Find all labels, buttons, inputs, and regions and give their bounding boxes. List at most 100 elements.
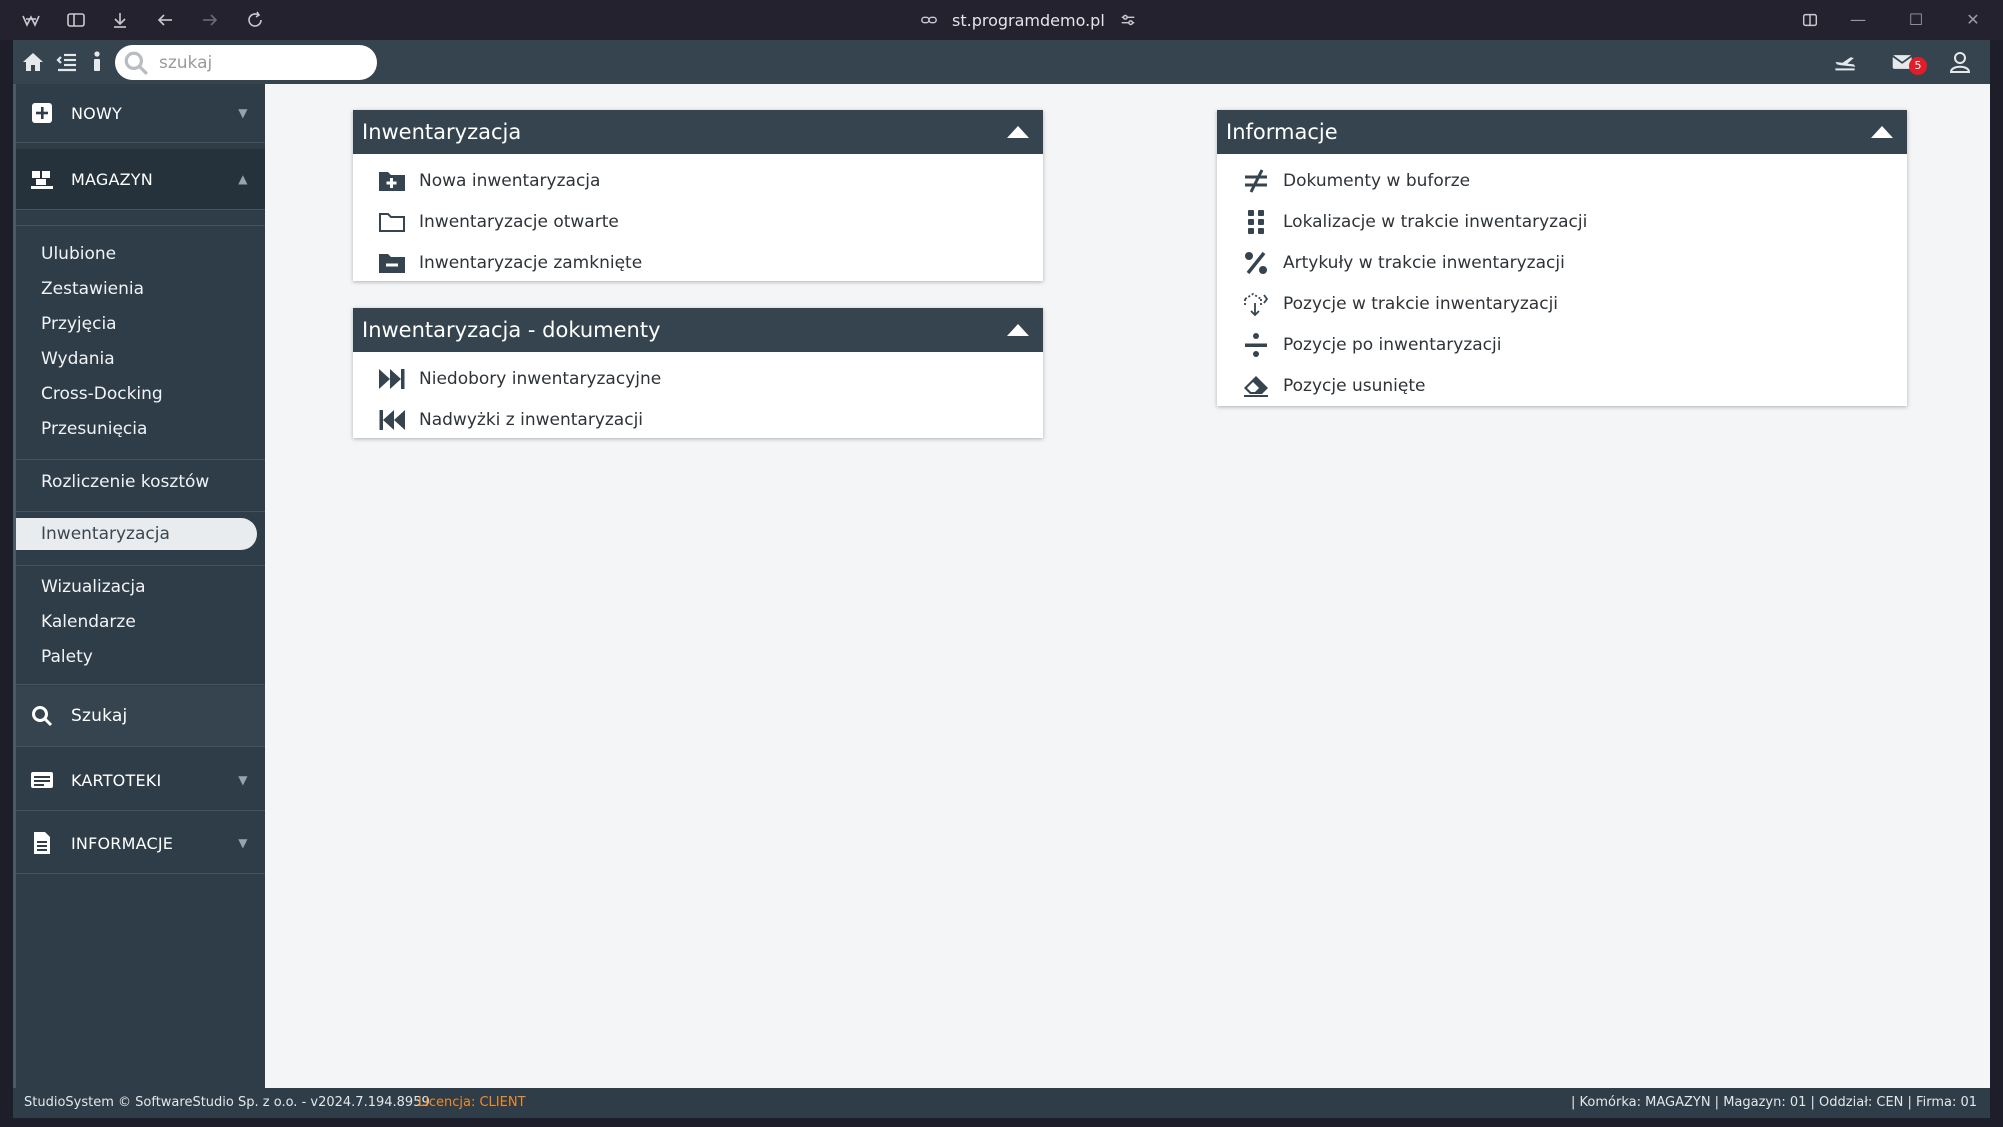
sidebar-toggle-icon[interactable] [65, 9, 87, 31]
collapse-icon[interactable] [1005, 123, 1031, 139]
chevron-down-icon[interactable]: ▼ [233, 84, 253, 142]
url-text: st.programdemo.pl [952, 10, 1105, 30]
divider [16, 810, 265, 811]
browser-logo-icon[interactable] [20, 9, 42, 31]
app-topbar: 5 [13, 40, 1990, 84]
collapse-icon[interactable] [1869, 123, 1895, 139]
menu-item-dokumenty-w-buforze[interactable]: Dokumenty w buforze [1217, 160, 1907, 201]
sidebar-item-ulubione[interactable]: Ulubione [29, 238, 254, 270]
menu-item-pozycje-usuniete[interactable]: Pozycje usunięte [1217, 365, 1907, 406]
search-input[interactable] [159, 52, 359, 73]
panel-header: Inwentaryzacja [353, 110, 1043, 154]
back-icon[interactable] [154, 9, 176, 31]
folder-open-icon [377, 208, 407, 236]
sidebar-kartoteki-label: KARTOTEKI [71, 770, 162, 790]
maximize-icon[interactable]: ☐ [1896, 6, 1936, 34]
menu-item-nowa-inwentaryzacja[interactable]: Nowa inwentaryzacja [353, 160, 1043, 201]
menu-item-label: Nowa inwentaryzacja [419, 170, 601, 191]
sidebar-item-inwentaryzacja[interactable]: Inwentaryzacja [16, 518, 257, 550]
sidebar-item-wydania[interactable]: Wydania [29, 343, 254, 375]
menu-item-label: Nadwyżki z inwentaryzacji [419, 409, 644, 430]
sidebar-szukaj[interactable]: Szukaj [16, 686, 265, 746]
sidebar: NOWY ▼ MAGAZYN ▲ Ulubione Zestawienia Pr… [13, 84, 265, 1088]
menu-item-inwentaryzacje-otwarte[interactable]: Inwentaryzacje otwarte [353, 201, 1043, 242]
menu-item-pozycje-po[interactable]: Pozycje po inwentaryzacji [1217, 324, 1907, 365]
sidebar-item-crossdocking[interactable]: Cross-Docking [29, 378, 254, 410]
split-view-icon[interactable] [1790, 6, 1830, 34]
menu-item-label: Pozycje w trakcie inwentaryzacji [1283, 293, 1559, 314]
minimize-icon[interactable]: — [1838, 6, 1878, 34]
menu-item-nadwyzki[interactable]: Nadwyżki z inwentaryzacji [353, 399, 1043, 440]
sidebar-item-rozliczenie[interactable]: Rozliczenie kosztów [29, 466, 254, 498]
divider [16, 565, 265, 566]
sidebar-item-przyjecia[interactable]: Przyjęcia [29, 308, 254, 340]
menu-item-pozycje-w-trakcie[interactable]: Pozycje w trakcie inwentaryzacji [1217, 283, 1907, 324]
sidebar-item-palety[interactable]: Palety [29, 641, 254, 673]
info-icon[interactable] [85, 50, 101, 74]
menu-collapse-icon[interactable] [55, 50, 81, 74]
sidebar-magazyn-label: MAGAZYN [71, 169, 153, 189]
sidebar-nowy-label: NOWY [71, 103, 122, 123]
divider [16, 684, 265, 685]
panel-title: Informacje [1226, 120, 1338, 144]
menu-item-inwentaryzacje-zamkniete[interactable]: Inwentaryzacje zamknięte [353, 242, 1043, 283]
menu-item-lokalizacje[interactable]: Lokalizacje w trakcie inwentaryzacji [1217, 201, 1907, 242]
sidebar-kartoteki[interactable]: KARTOTEKI ▼ [16, 750, 265, 810]
chevron-down-icon[interactable]: ▼ [233, 751, 253, 809]
not-equal-icon [1241, 167, 1271, 195]
panel-header: Inwentaryzacja - dokumenty [353, 308, 1043, 352]
menu-item-label: Dokumenty w buforze [1283, 170, 1471, 191]
divider [16, 225, 265, 226]
chevron-down-icon[interactable]: ▼ [233, 814, 253, 872]
chevron-up-icon[interactable]: ▲ [233, 150, 253, 208]
menu-item-label: Artykuły w trakcie inwentaryzacji [1283, 252, 1565, 273]
fast-forward-icon [377, 365, 407, 393]
plus-square-icon [29, 100, 55, 126]
divider [16, 142, 265, 143]
dotted-box-arrow-icon [1241, 290, 1271, 318]
menu-item-niedobory[interactable]: Niedobory inwentaryzacyjne [353, 358, 1043, 399]
download-icon[interactable] [109, 9, 131, 31]
panel-dokumenty: Inwentaryzacja - dokumenty Niedobory inw… [353, 308, 1043, 438]
site-settings-icon[interactable] [1119, 11, 1137, 29]
sidebar-item-przesuniecia[interactable]: Przesunięcia [29, 413, 254, 445]
menu-item-artykuly[interactable]: Artykuły w trakcie inwentaryzacji [1217, 242, 1907, 283]
panel-header: Informacje [1217, 110, 1907, 154]
divider [16, 209, 265, 210]
link-icon [921, 16, 937, 24]
mail-count-badge: 5 [1909, 57, 1927, 75]
search-box[interactable] [115, 45, 377, 80]
collapse-icon[interactable] [1005, 321, 1031, 337]
sidebar-item-kalendarze[interactable]: Kalendarze [29, 606, 254, 638]
home-icon[interactable] [21, 50, 47, 74]
sidebar-item-wizualizacja[interactable]: Wizualizacja [29, 571, 254, 603]
menu-item-label: Niedobory inwentaryzacyjne [419, 368, 662, 389]
app-window: 5 NOWY ▼ MAGAZYN ▲ Ulubione Zestawienia … [13, 40, 1990, 1118]
warehouse-icon [29, 166, 55, 192]
reload-icon[interactable] [244, 9, 266, 31]
id-card-icon [29, 767, 55, 793]
close-icon[interactable]: ✕ [1953, 6, 1993, 34]
file-text-icon [29, 830, 55, 856]
divider [16, 459, 265, 460]
status-footer: StudioSystem © SoftwareStudio Sp. z o.o.… [13, 1088, 1990, 1118]
percent-icon [1241, 249, 1271, 277]
sidebar-item-zestawienia[interactable]: Zestawienia [29, 273, 254, 305]
sidebar-informacje[interactable]: INFORMACJE ▼ [16, 813, 265, 873]
divide-icon [1241, 331, 1271, 359]
address-bar[interactable]: st.programdemo.pl [920, 7, 1140, 33]
grid-dots-icon [1241, 208, 1271, 236]
search-icon [29, 703, 55, 729]
divider [16, 873, 265, 874]
menu-item-label: Inwentaryzacje zamknięte [419, 252, 643, 273]
sidebar-magazyn[interactable]: MAGAZYN ▲ [16, 149, 265, 209]
plane-icon[interactable] [1833, 50, 1863, 74]
divider [16, 511, 265, 512]
folder-plus-icon [377, 167, 407, 195]
sidebar-nowy[interactable]: NOWY ▼ [16, 84, 265, 142]
user-icon[interactable] [1948, 50, 1974, 74]
sidebar-szukaj-label: Szukaj [71, 706, 128, 726]
eraser-icon [1241, 372, 1271, 400]
browser-toolbar: st.programdemo.pl — ☐ ✕ [0, 0, 2003, 40]
forward-icon[interactable] [199, 9, 221, 31]
